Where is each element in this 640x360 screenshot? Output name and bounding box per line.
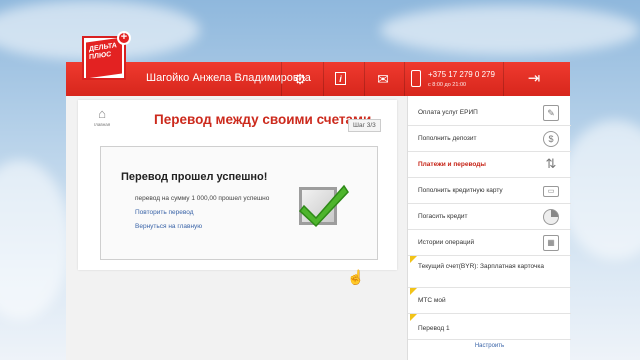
- favorite-marker-icon: [410, 314, 417, 321]
- phone-hours: с 8:00 до 21:00: [428, 82, 467, 88]
- pie-chart-icon: [543, 209, 559, 225]
- sidebar-item-label: Платежи и переводы: [418, 161, 486, 168]
- sidebar-item-label: Пополнить депозит: [418, 135, 477, 142]
- back-home-link[interactable]: Вернуться на главную: [135, 223, 202, 230]
- result-text: перевод на сумму 1 000,00 прошел успешно: [135, 195, 270, 202]
- favorite-marker-icon: [410, 288, 417, 295]
- calendar-icon: ▦: [543, 235, 559, 251]
- info-icon[interactable]: i: [335, 72, 346, 85]
- gear-icon[interactable]: ⚙: [292, 71, 308, 87]
- transfer-panel: ⌂ главная Перевод между своими счетами Ш…: [78, 100, 397, 270]
- setup-link[interactable]: Настроить: [408, 343, 571, 349]
- sidebar-item-loan[interactable]: Погасить кредит: [408, 204, 571, 230]
- header-separator: [503, 62, 504, 96]
- success-check-icon: [298, 184, 349, 228]
- favorite-item[interactable]: МТС мой: [408, 288, 571, 314]
- exit-icon[interactable]: ⇥: [526, 71, 542, 87]
- money-bag-icon: $: [543, 131, 559, 147]
- phone-info: +375 17 279 0 279 с 8:00 до 21:00: [428, 70, 495, 90]
- result-title: Перевод прошел успешно!: [121, 171, 268, 183]
- plus-icon: +: [117, 31, 131, 45]
- page-title: Перевод между своими счетами: [154, 112, 372, 127]
- header-bar: Шагойко Анжела Владимировна ⚙ i ✉ +375 1…: [66, 62, 570, 96]
- main-content: ⌂ главная Перевод между своими счетами Ш…: [66, 96, 407, 360]
- header-separator: [404, 62, 405, 96]
- edit-icon: ✎: [543, 105, 559, 121]
- sidebar-item-erip[interactable]: Оплата услуг ЕРИП ✎: [408, 100, 571, 126]
- transfer-icon: ⇅: [545, 156, 557, 171]
- home-button[interactable]: ⌂ главная: [82, 106, 122, 136]
- logo-text: ДЕЛЬТА ПЛЮС: [86, 37, 122, 79]
- sidebar: Оплата услуг ЕРИП ✎ Пополнить депозит $ …: [407, 96, 571, 360]
- hand-cursor-icon: ☝: [347, 269, 365, 285]
- username: Шагойко Анжела Владимировна: [146, 72, 311, 84]
- header-separator: [323, 62, 324, 96]
- phone-number: +375 17 279 0 279: [428, 70, 495, 79]
- favorite-label: МТС мой: [418, 297, 446, 304]
- result-box: Перевод прошел успешно! перевод на сумму…: [100, 146, 378, 260]
- favorite-item[interactable]: Перевод 1: [408, 314, 571, 340]
- favorite-label: Текущий счет(BYR): Зарплатная карточка: [418, 263, 544, 270]
- repeat-transfer-link[interactable]: Повторить перевод: [135, 209, 194, 216]
- home-label: главная: [93, 122, 111, 127]
- header-separator: [364, 62, 365, 96]
- header-separator: [281, 62, 282, 96]
- sidebar-item-label: Истории операций: [418, 239, 475, 246]
- favorite-marker-icon: [410, 256, 417, 263]
- message-icon[interactable]: ✉: [375, 71, 391, 87]
- favorite-item[interactable]: Текущий счет(BYR): Зарплатная карточка: [408, 256, 571, 288]
- sidebar-item-deposit[interactable]: Пополнить депозит $: [408, 126, 571, 152]
- favorite-label: Перевод 1: [418, 325, 450, 332]
- sidebar-item-label: Погасить кредит: [418, 213, 468, 220]
- step-indicator: Шаг 3/3: [348, 119, 381, 132]
- card-icon: ▭: [543, 186, 559, 197]
- sidebar-item-history[interactable]: Истории операций ▦: [408, 230, 571, 256]
- logo[interactable]: ДЕЛЬТА ПЛЮС +: [82, 31, 131, 80]
- sidebar-item-credit-card[interactable]: Пополнить кредитную карту ▭: [408, 178, 571, 204]
- phone-icon: [411, 70, 421, 87]
- home-icon: ⌂: [98, 106, 106, 121]
- sidebar-item-payments[interactable]: Платежи и переводы ⇅: [408, 152, 571, 178]
- sidebar-item-label: Пополнить кредитную карту: [418, 187, 503, 194]
- sidebar-item-label: Оплата услуг ЕРИП: [418, 109, 478, 116]
